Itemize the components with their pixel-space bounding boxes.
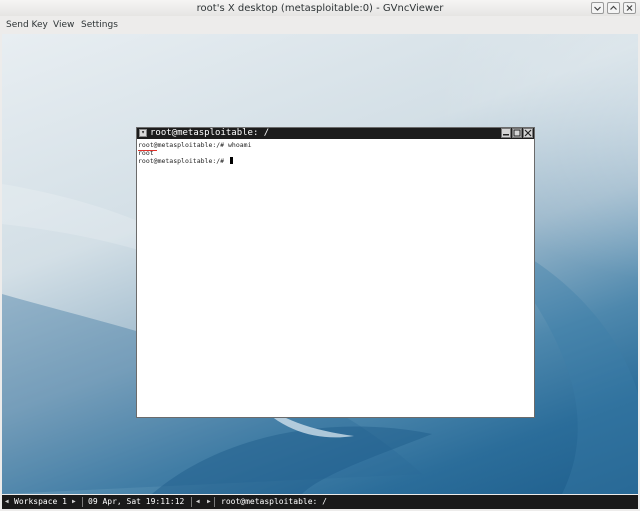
panel-divider (214, 497, 215, 507)
menubar: Send Key View Settings (0, 16, 640, 33)
window-title: root's X desktop (metasploitable:0) - GV… (196, 3, 444, 14)
xterm-title: root@metasploitable: / (150, 128, 270, 138)
close-icon[interactable] (623, 2, 636, 14)
panel-clock: 09 Apr, Sat 19:11:12 (88, 497, 185, 506)
terminal-prompt-line: root@metasploitable:/# (138, 157, 533, 165)
taskbar: ◀ Workspace 1 ▶ 09 Apr, Sat 19:11:12 ◀ ▶… (2, 495, 638, 509)
window-titlebar[interactable]: root's X desktop (metasploitable:0) - GV… (0, 0, 640, 16)
terminal-line: root (138, 149, 154, 157)
terminal-output[interactable]: root@metasploitable:/# whoami root root@… (138, 141, 533, 416)
panel-divider (191, 497, 192, 507)
maximize-icon[interactable] (607, 2, 620, 14)
close-icon[interactable] (523, 128, 533, 138)
panel-divider (82, 497, 83, 507)
menu-settings[interactable]: Settings (81, 20, 118, 30)
menu-send-key[interactable]: Send Key (6, 20, 48, 30)
workspace-prev-icon[interactable]: ◀ (5, 495, 9, 509)
terminal-line: root@metasploitable:/# whoami (138, 141, 252, 149)
workspace-label[interactable]: Workspace 1 (14, 495, 67, 509)
taskbar-item-xterm[interactable]: root@metasploitable: / (221, 495, 327, 509)
task-next-icon[interactable]: ▶ (207, 495, 211, 509)
minimize-icon[interactable] (591, 2, 604, 14)
terminal-prompt: root@metasploitable:/# (138, 157, 229, 165)
maximize-icon[interactable] (512, 128, 522, 138)
task-prev-icon[interactable]: ◀ (196, 495, 200, 509)
text-cursor (230, 157, 234, 164)
menu-view[interactable]: View (53, 20, 74, 30)
red-underline-annotation (138, 150, 157, 151)
window-menu-icon[interactable]: ▾ (139, 129, 147, 137)
window-controls (591, 2, 636, 14)
xterm-titlebar[interactable]: ▾ root@metasploitable: / (137, 128, 534, 139)
xterm-window[interactable]: ▾ root@metasploitable: / root@metasploit… (136, 127, 535, 418)
workspace-next-icon[interactable]: ▶ (72, 495, 76, 509)
minimize-icon[interactable] (501, 128, 511, 138)
remote-desktop[interactable]: ▾ root@metasploitable: / root@metasploit… (2, 34, 638, 494)
xterm-controls (501, 128, 533, 138)
